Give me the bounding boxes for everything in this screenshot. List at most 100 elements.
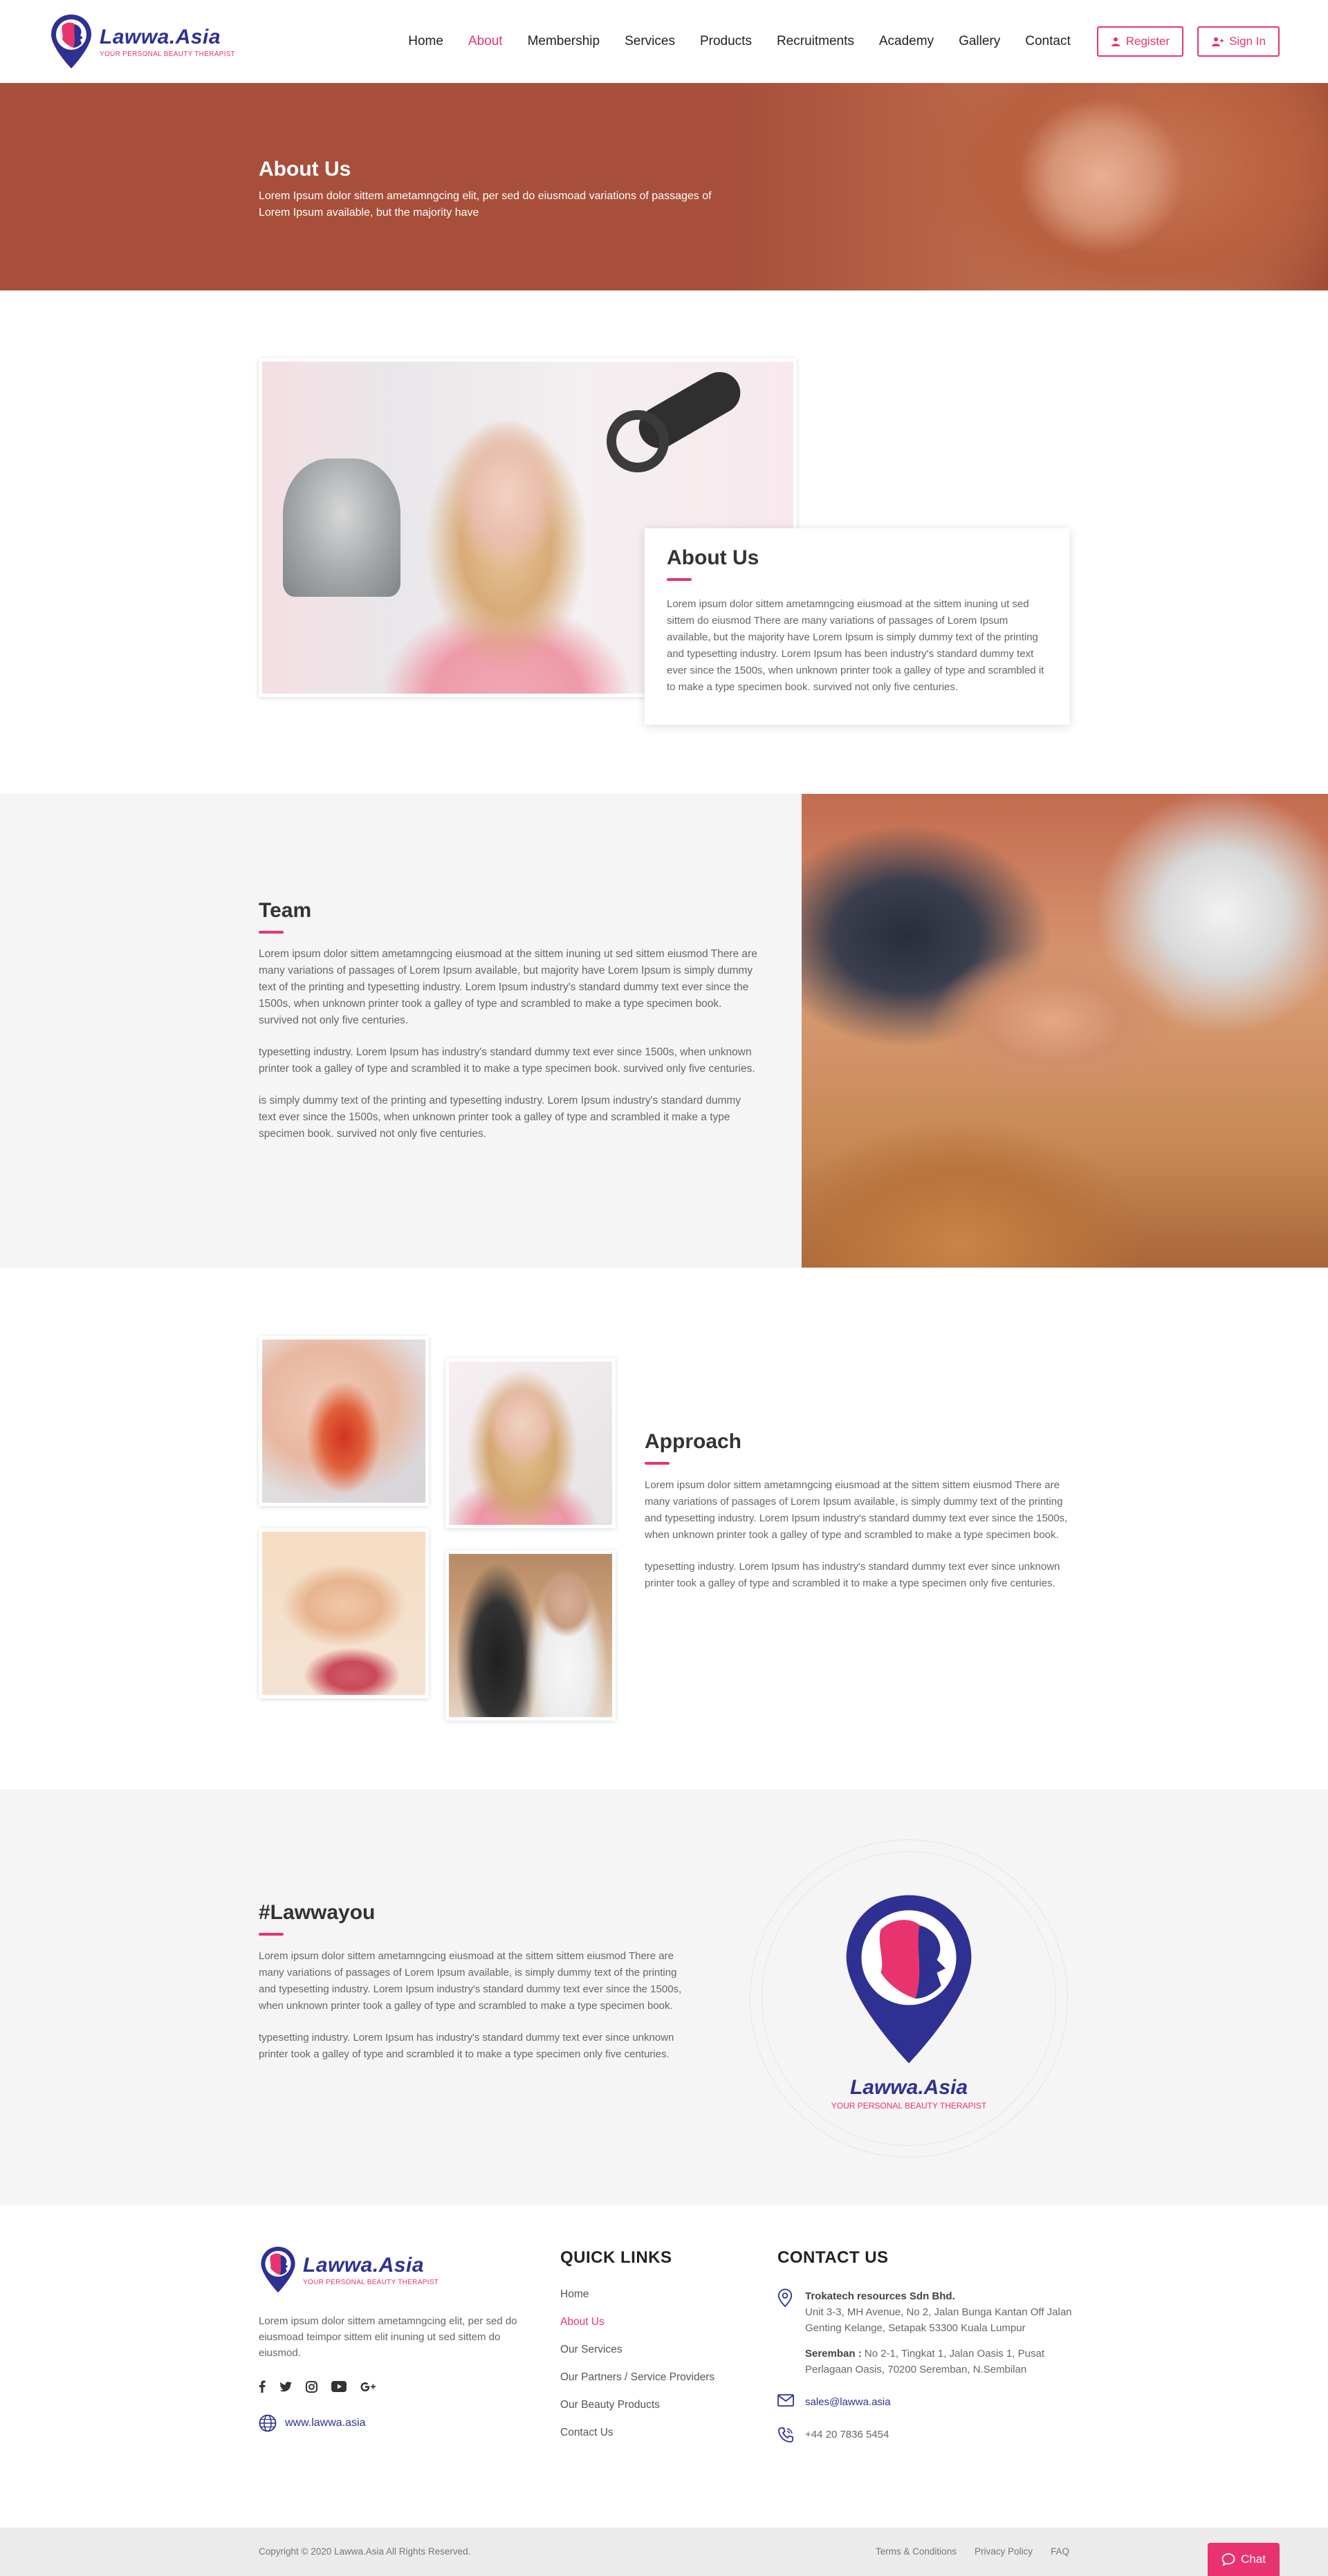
privacy-link[interactable]: Privacy Policy <box>975 2546 1033 2557</box>
facebook-icon[interactable] <box>259 2380 266 2396</box>
hashtag-paragraph: typesetting industry. Lorem Ipsum has in… <box>259 2032 674 2060</box>
map-pin-icon <box>777 2288 793 2308</box>
copyright-text: Copyright © 2020 Lawwa.Asia All Rights R… <box>259 2546 471 2557</box>
logo-pin-icon <box>51 15 91 68</box>
register-button[interactable]: Register <box>1096 26 1184 57</box>
hero-banner: About Us Lorem Ipsum dolor sittem ametam… <box>0 83 1328 290</box>
legal-links: Terms & Conditions Privacy Policy FAQ <box>876 2546 1069 2557</box>
youtube-icon[interactable] <box>331 2381 347 2396</box>
social-links <box>259 2380 522 2396</box>
google-plus-icon[interactable] <box>360 2381 376 2396</box>
hashtag-title: #Lawwayou <box>259 1901 376 1924</box>
hair-styling-image <box>445 1358 616 1528</box>
brand-logo[interactable]: Lawwa.Asia YOUR PERSONAL BEAUTY THERAPIS… <box>48 12 235 71</box>
title-underline <box>259 1933 284 1936</box>
hashtag-paragraph: Lorem ipsum dolor sittem ametamngcing ei… <box>259 1950 682 2012</box>
facial-massage-image <box>259 1528 429 1698</box>
nav-gallery[interactable]: Gallery <box>959 34 1000 49</box>
about-card: About Us Lorem ipsum dolor sittem ametam… <box>645 528 1069 725</box>
footer-brand-tagline: YOUR PERSONAL BEAUTY THERAPIST <box>303 2278 439 2286</box>
twitter-icon[interactable] <box>279 2381 292 2396</box>
mail-icon <box>777 2394 794 2407</box>
quick-link-services[interactable]: Our Services <box>560 2344 754 2356</box>
user-plus-icon <box>1212 37 1224 46</box>
hero-model-image <box>733 83 1328 290</box>
hair-dryer-nozzle-shape <box>607 410 669 472</box>
quick-link-home[interactable]: Home <box>560 2288 754 2301</box>
footer-description: Lorem ipsum dolor sittem ametamngcing el… <box>259 2315 517 2359</box>
website-link[interactable]: www.lawwa.asia <box>259 2414 522 2432</box>
team-hands-image <box>802 794 1328 1268</box>
nav-home[interactable]: Home <box>408 34 443 49</box>
register-label: Register <box>1125 35 1170 48</box>
branch-label: Seremban : <box>805 2348 862 2360</box>
chat-button[interactable]: Chat <box>1208 2543 1280 2576</box>
website-url[interactable]: www.lawwa.asia <box>285 2417 365 2429</box>
brand-tagline: YOUR PERSONAL BEAUTY THERAPIST <box>100 50 236 58</box>
nail-polish-image <box>259 1336 429 1506</box>
title-underline <box>645 1462 670 1465</box>
chat-bubble-icon <box>1221 2553 1235 2566</box>
footer-about: Lawwa.Asia YOUR PERSONAL BEAUTY THERAPIS… <box>259 2244 522 2432</box>
contact-heading: CONTACT US <box>777 2248 889 2267</box>
footer-contact: CONTACT US Trokatech resources Sdn Bhd. … <box>777 2248 1082 2447</box>
instagram-icon[interactable] <box>306 2380 317 2396</box>
signin-button[interactable]: Sign In <box>1197 26 1280 57</box>
team-section: Team Lorem ipsum dolor sittem ametamngci… <box>0 794 1328 1268</box>
team-paragraph: Lorem ipsum dolor sittem ametamngcing ei… <box>259 948 757 1026</box>
nav-contact[interactable]: Contact <box>1025 34 1070 49</box>
team-paragraph: typesetting industry. Lorem Ipsum has in… <box>259 1046 755 1075</box>
emblem-tagline: YOUR PERSONAL BEAUTY THERAPIST <box>831 2101 987 2111</box>
phone-number[interactable]: +44 20 7836 5454 <box>805 2429 889 2440</box>
approach-paragraph: Lorem ipsum dolor sittem ametamngcing ei… <box>645 1479 1068 1541</box>
site-header: Lawwa.Asia YOUR PERSONAL BEAUTY THERAPIS… <box>0 0 1328 83</box>
faq-link[interactable]: FAQ <box>1051 2546 1069 2557</box>
contact-phone: +44 20 7836 5454 <box>777 2427 1082 2447</box>
nav-about[interactable]: About <box>468 34 503 49</box>
salon-machine-shape <box>283 458 400 597</box>
about-text: Lorem ipsum dolor sittem ametamngcing ei… <box>667 598 1044 693</box>
about-title: About Us <box>667 546 759 569</box>
approach-title: Approach <box>645 1430 742 1453</box>
team-title: Team <box>259 899 312 922</box>
title-underline <box>259 931 284 934</box>
nav-services[interactable]: Services <box>625 34 675 49</box>
hero-title: About Us <box>259 158 351 180</box>
user-icon <box>1111 37 1120 46</box>
quick-link-contact[interactable]: Contact Us <box>560 2427 754 2439</box>
hashtag-section: #Lawwayou Lorem ipsum dolor sittem ameta… <box>0 1789 1328 2205</box>
signin-label: Sign In <box>1229 35 1266 48</box>
logo-pin-icon <box>261 2246 295 2293</box>
team-paragraph: is simply dummy text of the printing and… <box>259 1095 741 1140</box>
hashtag-content: #Lawwayou Lorem ipsum dolor sittem ameta… <box>259 1901 685 2063</box>
brand-emblem: Lawwa.Asia YOUR PERSONAL BEAUTY THERAPIS… <box>750 1840 1068 2158</box>
quick-link-products[interactable]: Our Beauty Products <box>560 2399 754 2411</box>
site-footer: Lawwa.Asia YOUR PERSONAL BEAUTY THERAPIS… <box>0 2205 1328 2528</box>
contact-email: sales@lawwa.asia <box>777 2394 1082 2410</box>
approach-content: Approach Lorem ipsum dolor sittem ametam… <box>645 1430 1069 1592</box>
address-main: Unit 3-3, MH Avenue, No 2, Jalan Bunga K… <box>805 2306 1072 2334</box>
approach-paragraph: typesetting industry. Lorem Ipsum has in… <box>645 1561 1060 1589</box>
hero-text: Lorem Ipsum dolor sittem ametamngcing el… <box>259 190 712 219</box>
main-nav: Home About Membership Services Products … <box>396 26 1280 57</box>
quick-link-about[interactable]: About Us <box>560 2316 754 2328</box>
footer-brand-name: Lawwa.Asia <box>303 2253 425 2277</box>
bottom-bar: Copyright © 2020 Lawwa.Asia All Rights R… <box>0 2528 1328 2576</box>
phone-icon <box>778 2427 793 2443</box>
emblem-pin-icon <box>846 1895 972 2064</box>
footer-logo[interactable]: Lawwa.Asia YOUR PERSONAL BEAUTY THERAPIS… <box>259 2244 522 2295</box>
team-content: Team Lorem ipsum dolor sittem ametamngci… <box>259 899 761 1142</box>
emblem-brand-name: Lawwa.Asia <box>849 2076 968 2099</box>
quick-links-heading: QUICK LINKS <box>560 2248 672 2267</box>
contact-address: Trokatech resources Sdn Bhd. Unit 3-3, M… <box>777 2288 1082 2378</box>
nav-recruitments[interactable]: Recruitments <box>777 34 854 49</box>
quick-link-partners[interactable]: Our Partners / Service Providers <box>560 2371 754 2384</box>
nav-academy[interactable]: Academy <box>879 34 934 49</box>
nav-products[interactable]: Products <box>700 34 752 49</box>
company-name: Trokatech resources Sdn Bhd. <box>805 2290 955 2302</box>
nav-membership[interactable]: Membership <box>528 34 600 49</box>
email-link[interactable]: sales@lawwa.asia <box>805 2396 891 2408</box>
footer-quick-links: QUICK LINKS Home About Us Our Services O… <box>560 2248 754 2439</box>
terms-link[interactable]: Terms & Conditions <box>876 2546 957 2557</box>
title-underline <box>667 578 692 581</box>
